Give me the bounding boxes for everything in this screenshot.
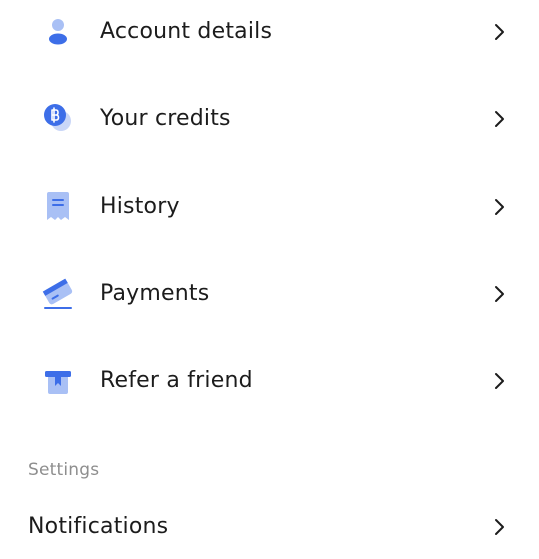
menu-item-refer-a-friend[interactable]: Refer a friend (0, 349, 539, 413)
menu-item-label: History (100, 194, 180, 219)
settings-section-header: Settings (28, 460, 100, 480)
credit-card-icon (40, 276, 76, 312)
chevron-right-icon (489, 22, 509, 42)
menu-item-your-credits[interactable]: Your credits (0, 87, 539, 151)
menu-item-account-details[interactable]: Account details (0, 0, 539, 64)
chevron-right-icon (489, 284, 509, 304)
chevron-right-icon (489, 109, 509, 129)
gift-icon (40, 363, 76, 399)
menu-item-label: Account details (100, 19, 273, 44)
chevron-right-icon (489, 197, 509, 217)
menu-item-history[interactable]: History (0, 175, 539, 239)
chevron-right-icon (489, 517, 509, 537)
user-icon (40, 14, 76, 50)
credits-coin-icon (40, 101, 76, 137)
chevron-right-icon (489, 371, 509, 391)
menu-item-payments[interactable]: Payments (0, 262, 539, 326)
menu-item-label: Payments (100, 281, 210, 306)
profile-menu-screen: Account details Your credits History Pay… (0, 0, 539, 540)
menu-item-label: Refer a friend (100, 368, 253, 393)
receipt-icon (40, 189, 76, 225)
menu-item-notifications[interactable]: Notifications (0, 495, 539, 559)
menu-item-label: Your credits (100, 106, 231, 131)
menu-item-label: Notifications (28, 514, 169, 539)
